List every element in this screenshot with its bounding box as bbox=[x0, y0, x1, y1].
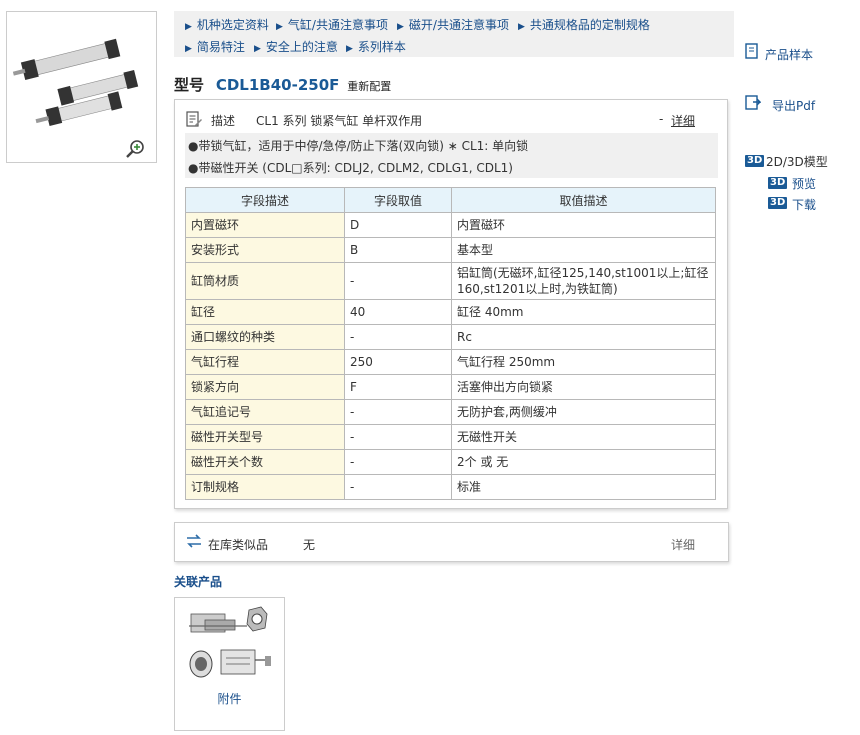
3d-preview-icon: 3D bbox=[768, 177, 788, 189]
table-row: 订制规格 - 标准 bbox=[185, 474, 716, 500]
download-link[interactable]: 下载 bbox=[792, 196, 816, 213]
field-value: - bbox=[344, 449, 452, 475]
spec-table: 字段描述 字段取值 取值描述 内置磁环 D 内置磁环 安装形式 B 基本型 缸筒… bbox=[185, 187, 716, 500]
field-name: 锁紧方向 bbox=[185, 374, 345, 400]
model-2d3d-label: 2D/3D模型 bbox=[766, 155, 828, 169]
model-header: 型号 CDL1B40-250F 重新配置 bbox=[174, 74, 391, 95]
note-line-switch: ●带磁性开关 (CDL□系列: CDLJ2, CDLM2, CDLG1, CDL… bbox=[188, 161, 513, 175]
table-row: 安装形式 B 基本型 bbox=[185, 237, 716, 263]
reconfigure-link[interactable]: 重新配置 bbox=[347, 80, 391, 93]
value-description: 铝缸筒(无磁环,缸径125,140,st1001以上;缸径160,st1201以… bbox=[451, 262, 716, 300]
field-name: 安装形式 bbox=[185, 237, 345, 263]
accessory-parts-illustration bbox=[189, 606, 271, 678]
export-pdf-link[interactable]: 导出Pdf bbox=[772, 97, 815, 114]
nav-safety-notes[interactable]: ▶ 安全上的注意 bbox=[254, 38, 338, 55]
value-description: 标准 bbox=[451, 474, 716, 500]
value-description: 基本型 bbox=[451, 237, 716, 263]
field-value: 40 bbox=[344, 299, 452, 325]
nav-cylinder-precautions[interactable]: ▶ 气缸/共通注意事项 bbox=[276, 16, 388, 33]
similar-value: 无 bbox=[303, 538, 316, 552]
value-description: Rc bbox=[451, 324, 716, 350]
table-row: 磁性开关型号 - 无磁性开关 bbox=[185, 424, 716, 450]
header-field-value: 字段取值 bbox=[344, 187, 452, 213]
value-description: 无磁性开关 bbox=[451, 424, 716, 450]
description-dash: - bbox=[659, 112, 664, 126]
export-pdf-icon bbox=[745, 94, 762, 113]
field-name: 订制规格 bbox=[185, 474, 345, 500]
product-image[interactable] bbox=[6, 11, 157, 163]
preview-link[interactable]: 预览 bbox=[792, 175, 816, 192]
document-nav: ▶ 机种选定资料 ▶ 气缸/共通注意事项 ▶ 磁开/共通注意事项 ▶ 共通规格品的定制规… bbox=[174, 11, 734, 57]
description-label: 描述 bbox=[211, 114, 236, 128]
nav-series-catalog[interactable]: ▶ 系列样本 bbox=[346, 38, 406, 55]
accessory-label: 附件 bbox=[217, 692, 242, 706]
3d-download-icon: 3D bbox=[768, 197, 788, 209]
table-row: 通口螺纹的种类 - Rc bbox=[185, 324, 716, 350]
model-label: 型号 bbox=[174, 76, 205, 94]
field-name: 内置磁环 bbox=[185, 212, 345, 238]
product-catalog-link[interactable]: 产品样本 bbox=[765, 46, 813, 63]
field-name: 缸筒材质 bbox=[185, 262, 345, 300]
field-name: 气缸行程 bbox=[185, 349, 345, 375]
field-name: 气缸追记号 bbox=[185, 399, 345, 425]
field-value: - bbox=[344, 399, 452, 425]
field-name: 磁性开关型号 bbox=[185, 424, 345, 450]
nav-simple-special-order[interactable]: ▶ 简易特注 bbox=[185, 38, 245, 55]
header-value-desc: 取值描述 bbox=[451, 187, 716, 213]
swap-arrows-icon bbox=[185, 533, 203, 552]
similar-products-row: 在库类似品 无 详细 bbox=[174, 522, 729, 562]
field-value: - bbox=[344, 324, 452, 350]
field-name: 通口螺纹的种类 bbox=[185, 324, 345, 350]
field-value: - bbox=[344, 424, 452, 450]
3d-model-icon: 3D bbox=[745, 155, 765, 167]
value-description: 内置磁环 bbox=[451, 212, 716, 238]
value-description: 活塞伸出方向锁紧 bbox=[451, 374, 716, 400]
value-description: 2个 或 无 bbox=[451, 449, 716, 475]
field-value: 250 bbox=[344, 349, 452, 375]
nav-switch-precautions[interactable]: ▶ 磁开/共通注意事项 bbox=[397, 16, 509, 33]
model-code: CDL1B40-250F bbox=[215, 76, 340, 94]
table-header-row: 字段描述 字段取值 取值描述 bbox=[185, 187, 716, 213]
similar-label: 在库类似品 bbox=[208, 538, 269, 552]
value-description: 气缸行程 250mm bbox=[451, 349, 716, 375]
similar-detail-link[interactable]: 详细 bbox=[671, 536, 695, 553]
description-row: 描述 CL1 系列 锁紧气缸 单杆双作用 - 详细 bbox=[185, 110, 718, 130]
field-value: - bbox=[344, 474, 452, 500]
book-icon bbox=[745, 43, 759, 62]
table-row: 气缸行程 250 气缸行程 250mm bbox=[185, 349, 716, 375]
field-name: 缸径 bbox=[185, 299, 345, 325]
table-row: 磁性开关个数 - 2个 或 无 bbox=[185, 449, 716, 475]
nav-selection-guide[interactable]: ▶ 机种选定资料 bbox=[185, 16, 269, 33]
nav-custom-specs[interactable]: ▶ 共通规格品的定制规格 bbox=[518, 16, 650, 33]
description-detail-link[interactable]: 详细 bbox=[671, 112, 695, 129]
zoom-icon[interactable] bbox=[124, 138, 146, 163]
related-products-title: 关联产品 bbox=[174, 575, 223, 589]
value-description: 缸径 40mm bbox=[451, 299, 716, 325]
field-value: D bbox=[344, 212, 452, 238]
document-edit-icon bbox=[185, 110, 203, 131]
table-row: 缸筒材质 - 铝缸筒(无磁环,缸径125,140,st1001以上;缸径160,… bbox=[185, 262, 716, 300]
table-row: 缸径 40 缸径 40mm bbox=[185, 299, 716, 325]
field-value: B bbox=[344, 237, 452, 263]
table-row: 锁紧方向 F 活塞伸出方向锁紧 bbox=[185, 374, 716, 400]
description-text: CL1 系列 锁紧气缸 单杆双作用 bbox=[256, 114, 423, 128]
note-line-lock: ●带锁气缸，适用于中停/急停/防止下落(双向锁) ∗ CL1: 单向锁 bbox=[188, 139, 529, 153]
field-name: 磁性开关个数 bbox=[185, 449, 345, 475]
accessory-card[interactable]: 附件 bbox=[174, 597, 285, 731]
header-field-desc: 字段描述 bbox=[185, 187, 345, 213]
table-row: 内置磁环 D 内置磁环 bbox=[185, 212, 716, 238]
field-value: - bbox=[344, 262, 452, 300]
value-description: 无防护套,两侧缓冲 bbox=[451, 399, 716, 425]
field-value: F bbox=[344, 374, 452, 400]
notes-box: ●带锁气缸，适用于中停/急停/防止下落(双向锁) ∗ CL1: 单向锁 ●带磁性… bbox=[185, 133, 718, 178]
table-row: 气缸追记号 - 无防护套,两侧缓冲 bbox=[185, 399, 716, 425]
